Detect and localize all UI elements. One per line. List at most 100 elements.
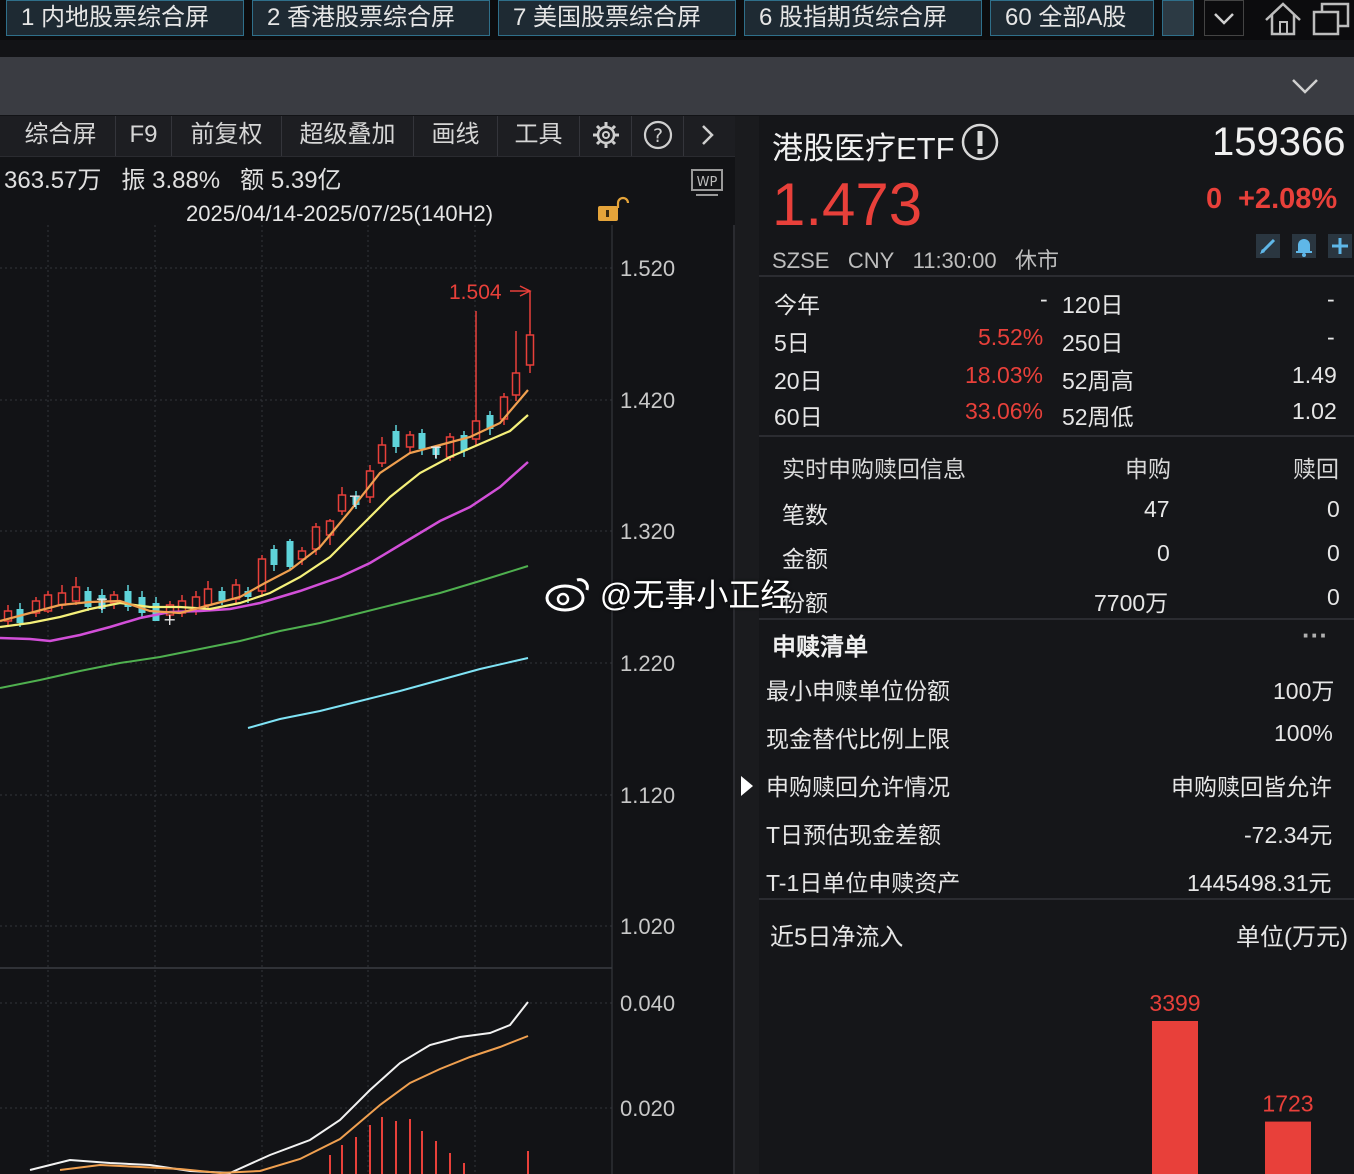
- candle-body: [337, 494, 347, 512]
- svg-text:?: ?: [652, 125, 662, 147]
- redeem-list-title: 申赎清单: [772, 634, 868, 661]
- tab-all-a-shares[interactable]: 60 全部A股: [990, 0, 1154, 36]
- wp-badge-text: WP: [697, 175, 718, 190]
- info-circle-icon[interactable]: [960, 122, 1000, 167]
- list-row-label: 现金替代比例上限: [766, 726, 950, 752]
- settings-gear-icon[interactable]: [580, 116, 632, 156]
- candle-body: [405, 434, 415, 448]
- perf-label: 250日: [1062, 330, 1124, 356]
- window-icon[interactable]: [1310, 0, 1354, 43]
- tab-index-futures[interactable]: 6 股指期货综合屏: [744, 0, 982, 36]
- inflow-bar: [1152, 1021, 1198, 1174]
- price-axis-label: 1.120: [620, 783, 675, 808]
- inflow-bar-label: 3399: [1149, 990, 1200, 1016]
- panel-divider[interactable]: [735, 116, 759, 1174]
- ma20-line: [0, 461, 529, 643]
- price-change-pct: +2.08%: [1238, 183, 1338, 215]
- collapse-chevron-icon[interactable]: [1290, 71, 1320, 106]
- list-row-value: 100%: [1274, 720, 1333, 746]
- stock-code: 159366: [1212, 120, 1346, 164]
- price-axis-label: 1.220: [620, 651, 675, 676]
- toolbar-overview-button[interactable]: 综合屏: [6, 116, 116, 156]
- chart-toolbar: 综合屏 F9 前复权 超级叠加 画线 工具 ?: [0, 116, 735, 157]
- toolbar-tools-button[interactable]: 工具: [498, 116, 580, 156]
- toolbar-adjust-button[interactable]: 前复权: [172, 116, 282, 156]
- wp-badge-icon[interactable]: WP: [690, 168, 726, 205]
- sub-axis-label: 0.020: [620, 1096, 675, 1121]
- bell-icon[interactable]: [1292, 234, 1316, 258]
- dropdown-chevron-icon[interactable]: [1204, 0, 1244, 36]
- redeem-row-value: 0: [1327, 540, 1340, 566]
- last-price: 1.473: [772, 171, 923, 238]
- sub-row-value: 47: [1144, 496, 1170, 522]
- list-row-value: 100万: [1273, 678, 1335, 704]
- exchange-status-line: SZSE CNY 11:30:00 休市: [772, 243, 1059, 275]
- add-icon[interactable]: [1328, 234, 1352, 258]
- toolbar-draw-button[interactable]: 画线: [414, 116, 498, 156]
- market-status: 休市: [1014, 248, 1059, 273]
- candle-body: [392, 431, 400, 447]
- redeem-row-value: 0: [1327, 496, 1340, 522]
- price-axis-label: 1.320: [620, 519, 675, 544]
- candle-body: [311, 526, 321, 550]
- candle-body: [218, 591, 226, 601]
- perf-label: 120日: [1062, 292, 1124, 318]
- tab-mainland-stocks[interactable]: 1 内地股票综合屏: [6, 0, 244, 36]
- kline-chart[interactable]: T T T + 1.504 1.520 1.420 1.320 1.220 1.120…: [0, 225, 735, 1174]
- toolbar-f9-button[interactable]: F9: [116, 116, 172, 156]
- price-axis-label: 1.020: [620, 914, 675, 939]
- home-icon[interactable]: [1262, 0, 1304, 43]
- candle-body: [525, 334, 535, 366]
- perf-label: 52周低: [1062, 404, 1134, 430]
- amount-value: 5.39亿: [270, 167, 342, 194]
- svg-text:T: T: [349, 492, 360, 511]
- svg-text:+: +: [163, 610, 176, 629]
- toolbar-next-icon[interactable]: [684, 116, 732, 156]
- amplitude-value: 3.88%: [152, 167, 221, 194]
- quote-info-line: 363.57万 振 3.88% 额 5.39亿: [4, 160, 342, 195]
- toolbar-overlay-button[interactable]: 超级叠加: [282, 116, 414, 156]
- tab-hk-stocks[interactable]: 2 香港股票综合屏: [252, 0, 490, 36]
- candle-body: [445, 436, 455, 458]
- perf-value: -: [1040, 286, 1048, 312]
- watermark: @无事小正经: [545, 570, 792, 616]
- perf-value: 5.52%: [978, 324, 1044, 350]
- macd-dea-line: [59, 1035, 529, 1174]
- net-inflow-unit: 单位(万元): [1236, 924, 1348, 951]
- perf-value: 1.49: [1292, 362, 1337, 388]
- candle-body: [84, 591, 92, 607]
- help-icon[interactable]: ?: [632, 116, 684, 156]
- weibo-logo-icon: [545, 578, 589, 612]
- net-inflow-title: 近5日净流入: [770, 924, 904, 951]
- candle-body: [203, 588, 213, 606]
- candle-body: [270, 549, 278, 565]
- candle-body: [71, 586, 81, 602]
- sub-row-label: 笔数: [782, 502, 828, 528]
- list-row-label: T日预估现金差额: [766, 822, 942, 848]
- perf-value: -: [1327, 286, 1335, 312]
- net-inflow-chart: 3399 1723: [1149, 990, 1314, 1174]
- svg-text:T: T: [96, 595, 107, 614]
- sub-redeem-title: 实时申购赎回信息: [782, 456, 966, 482]
- volume-value: 363.57万: [4, 167, 102, 194]
- stock-name: 港股医疗ETF: [772, 131, 955, 166]
- sub-row-value: 0: [1157, 540, 1170, 566]
- collapse-band: [0, 57, 1354, 115]
- tab-overflow[interactable]: [1162, 0, 1194, 36]
- price-change: 0: [1206, 183, 1223, 215]
- redeem-col-header: 赎回: [1293, 456, 1339, 482]
- perf-label: 5日: [774, 330, 810, 356]
- exchange: SZSE: [772, 248, 830, 273]
- list-row-value: 申购赎回皆允许: [1171, 774, 1332, 800]
- tab-us-stocks[interactable]: 7 美国股票综合屏: [498, 0, 736, 36]
- candle-body: [418, 433, 426, 449]
- currency: CNY: [847, 248, 895, 273]
- price-axis-label: 1.420: [620, 388, 675, 413]
- edit-icon[interactable]: [1256, 234, 1280, 258]
- perf-value: 33.06%: [965, 398, 1044, 424]
- candle-body: [377, 444, 387, 464]
- amount-label: 额: [240, 167, 265, 194]
- list-row-value: -72.34元: [1244, 822, 1333, 848]
- more-icon[interactable]: ···: [1302, 620, 1328, 651]
- expand-arrow-icon: [741, 776, 753, 796]
